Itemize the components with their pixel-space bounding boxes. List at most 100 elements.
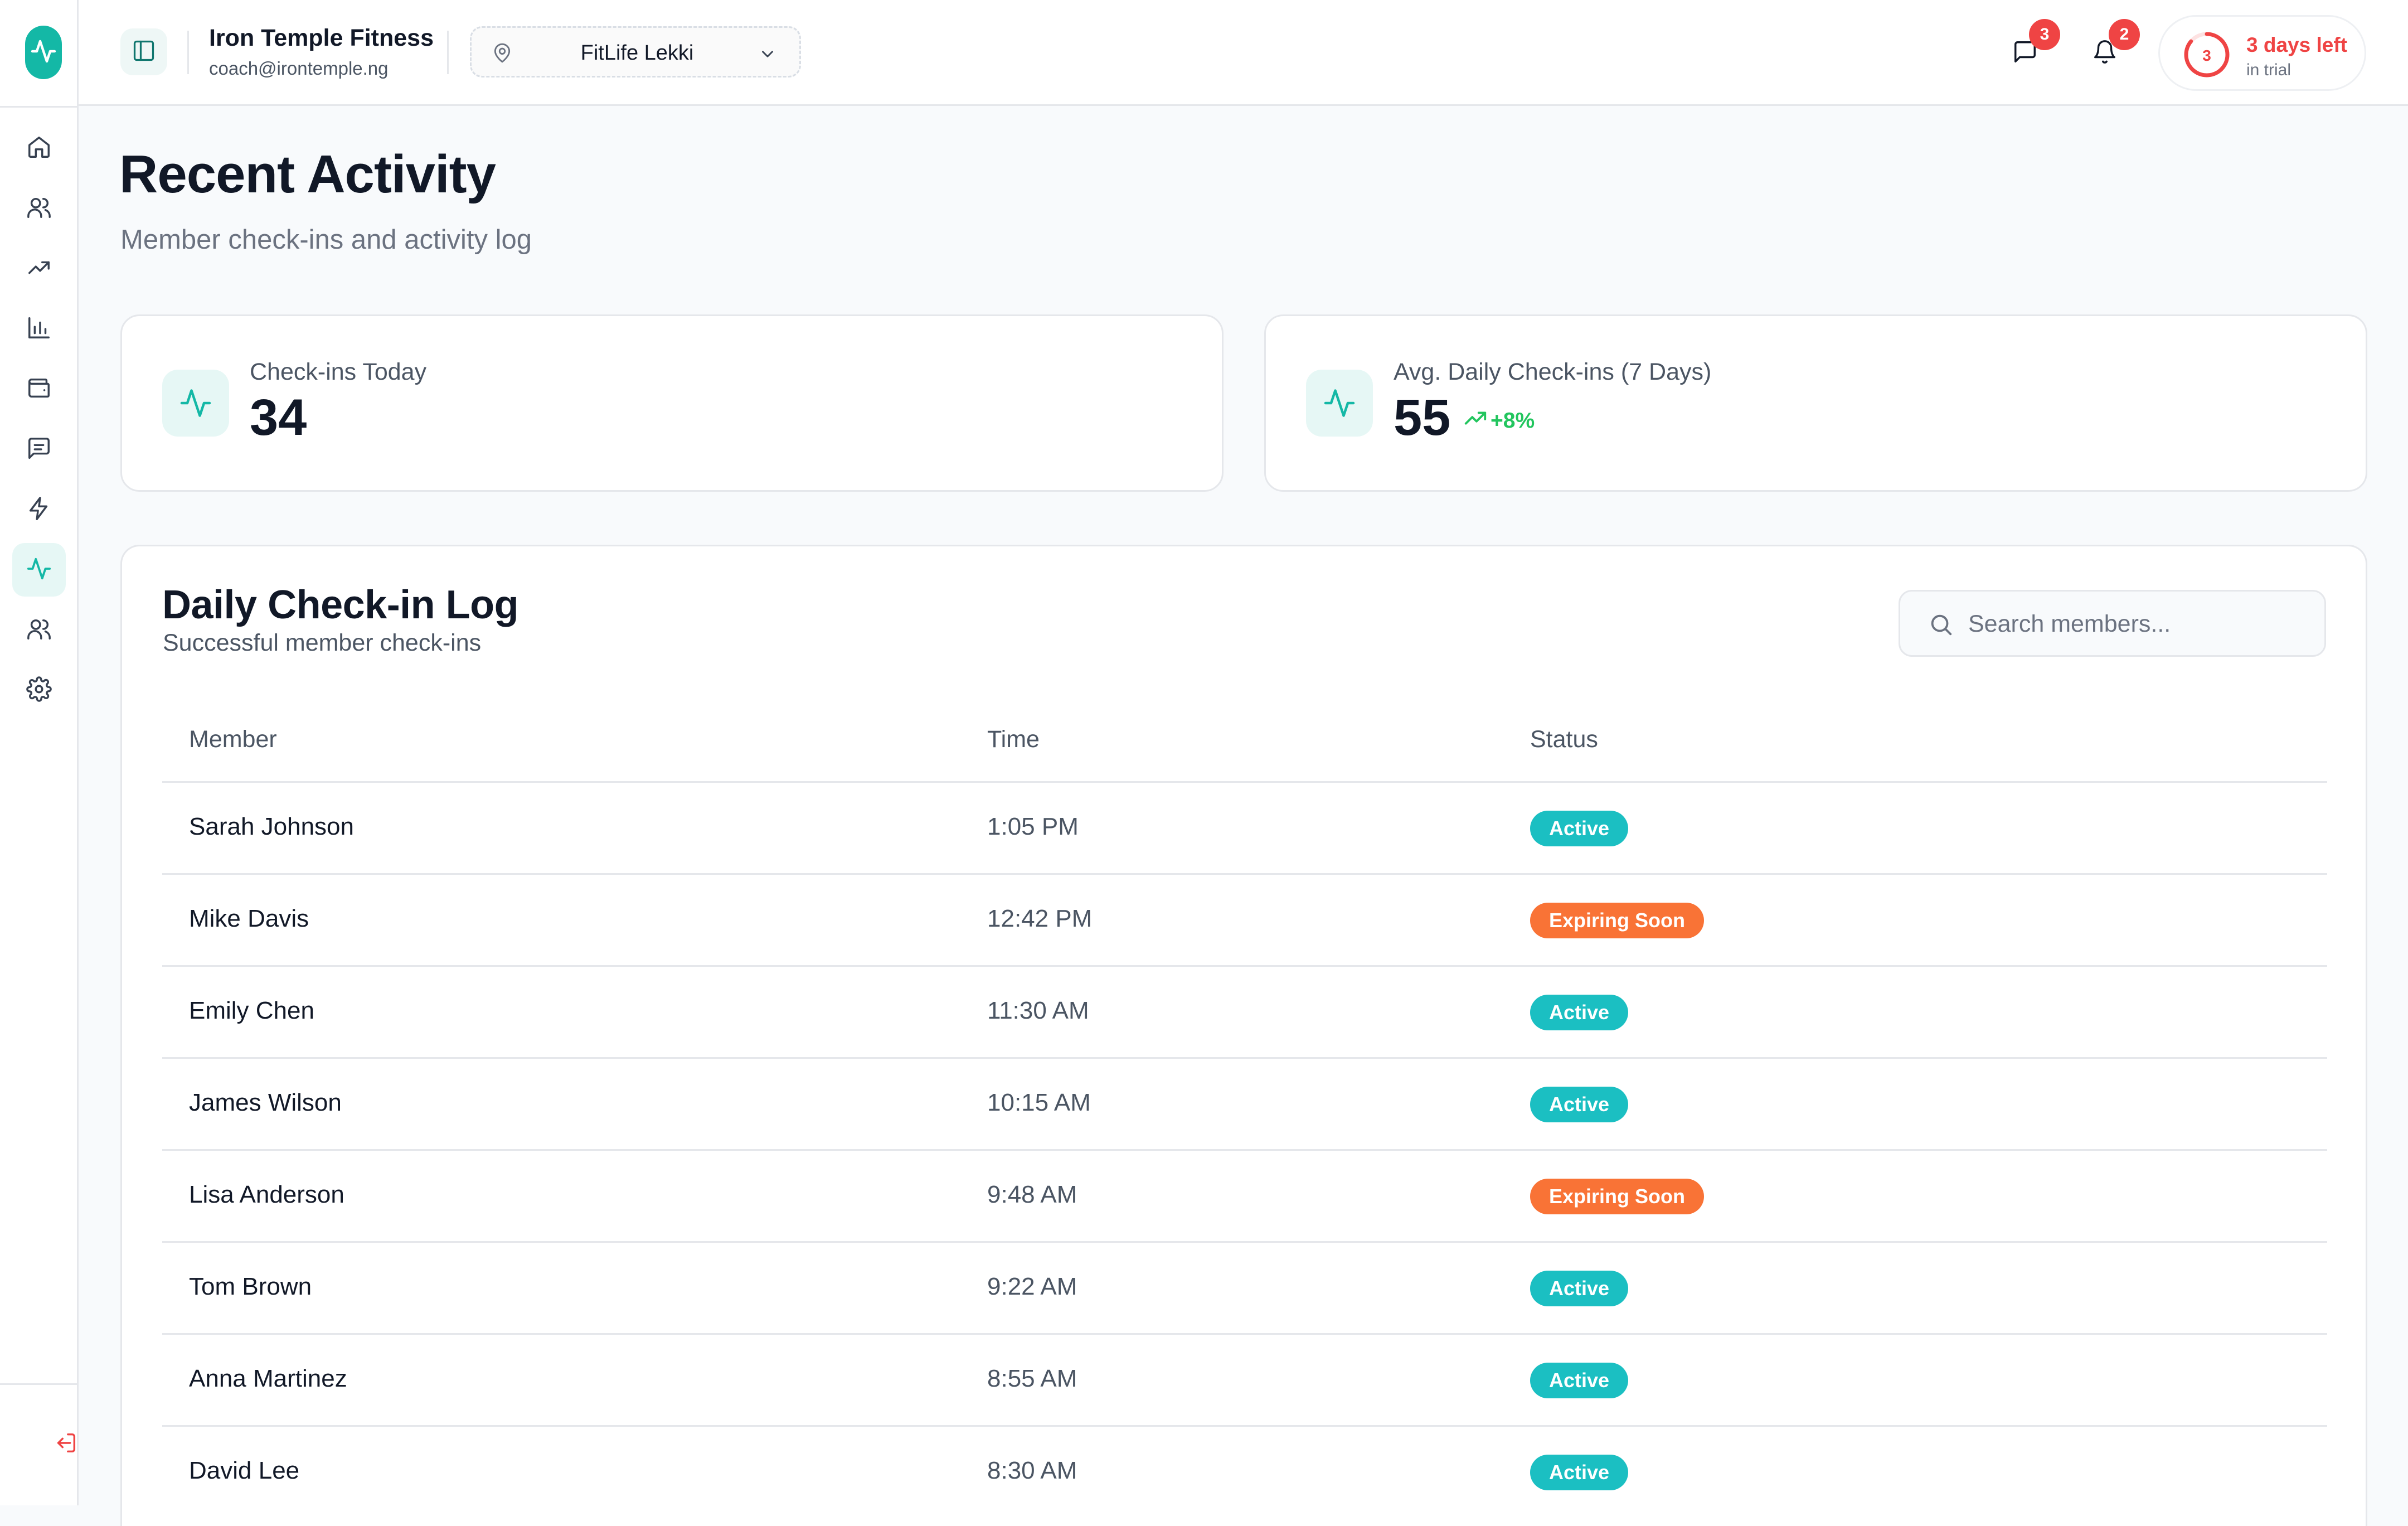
logout-icon [53,1430,79,1459]
search-input[interactable] [1967,605,2304,643]
sidebar-item-activity[interactable] [12,543,66,597]
divider [0,106,79,108]
activity-icon [162,370,229,437]
page-subtitle: Member check-ins and activity log [120,225,532,255]
stat-label: Check-ins Today [250,359,427,385]
checkin-time: 12:42 PM [987,905,1093,932]
sidebar-item-payments[interactable] [12,362,66,416]
sidebar-item-reports[interactable] [12,302,66,356]
messages-badge: 3 [2029,19,2060,50]
checkin-time: 11:30 AM [987,997,1089,1024]
location-select-value: FitLife Lekki [580,41,694,65]
table-row[interactable]: Emily Chen 11:30 AM Active [162,967,2327,1059]
home-icon [26,134,52,163]
trend-value: +8% [1491,409,1535,433]
sidebar-item-growth[interactable] [12,242,66,295]
member-name: Lisa Anderson [189,1181,344,1208]
sidebar-item-messages[interactable] [12,423,66,476]
log-title: Daily Check-in Log [162,583,519,627]
trial-progress-ring: 3 [2182,30,2231,82]
trend-indicator: +8% [1463,405,1535,437]
checkin-time: 8:30 AM [987,1457,1077,1484]
panel-left-icon [132,38,156,66]
member-name: Anna Martinez [189,1365,347,1392]
bar-chart-icon [26,315,52,343]
gear-icon [26,676,52,705]
org-email: coach@irontemple.ng [209,58,389,79]
table-row[interactable]: Tom Brown 9:22 AM Active [162,1243,2327,1335]
table-row[interactable]: Lisa Anderson 9:48 AM Expiring Soon [162,1151,2327,1243]
column-header-status[interactable]: Status [1530,726,1598,753]
stat-card-avg-daily-checkins: Avg. Daily Check-ins (7 Days) 55 +8% [1264,314,2367,492]
member-name: Tom Brown [189,1273,312,1300]
table-row[interactable]: David Lee 8:30 AM Active [162,1427,2327,1519]
team-icon [26,616,52,645]
trending-up-icon [1463,405,1488,437]
logout-button[interactable] [49,1430,82,1458]
message-icon [26,435,52,464]
trial-subtext: in trial [2246,61,2292,79]
search-members-field[interactable] [1899,590,2326,657]
notifications-badge: 2 [2109,19,2140,50]
checkin-log-card: Daily Check-in Log Successful member che… [120,545,2367,1526]
checkin-time: 1:05 PM [987,813,1079,840]
status-badge: Active [1530,1271,1629,1306]
users-icon [26,195,52,223]
activity-icon [26,556,52,584]
sidebar-toggle-button[interactable] [120,28,167,75]
top-header: Iron Temple Fitness coach@irontemple.ng … [79,0,2408,106]
checkin-time: 9:22 AM [987,1273,1077,1300]
notifications-button[interactable]: 2 [2080,19,2140,78]
status-badge: Expiring Soon [1530,1179,1705,1214]
sidebar-item-members[interactable] [12,182,66,235]
member-name: Mike Davis [189,905,309,932]
checkin-time: 9:48 AM [987,1181,1077,1208]
page-title: Recent Activity [119,144,496,204]
status-badge: Active [1530,811,1629,846]
trial-status[interactable]: 3 3 days left in trial [2158,15,2366,91]
sidebar [0,0,79,1505]
sidebar-item-automations[interactable] [12,483,66,536]
member-name: Emily Chen [189,997,314,1024]
search-icon [1928,612,1954,640]
column-header-time[interactable]: Time [987,726,1040,753]
table-row[interactable]: Sarah Johnson 1:05 PM Active [162,783,2327,875]
status-badge: Active [1530,1363,1629,1398]
bolt-icon [26,496,52,524]
table-row[interactable]: Anna Martinez 8:55 AM Active [162,1335,2327,1427]
trial-ring-value: 3 [2202,47,2211,64]
stat-value: 34 [250,389,307,446]
status-badge: Active [1530,1455,1629,1490]
divider [187,31,189,74]
chevron-down-icon [758,45,777,66]
activity-icon [30,35,57,71]
status-badge: Active [1530,1087,1629,1122]
table-row[interactable]: Mike Davis 12:42 PM Expiring Soon [162,875,2327,967]
status-badge: Expiring Soon [1530,903,1705,938]
trending-up-icon [26,255,52,283]
stat-label: Avg. Daily Check-ins (7 Days) [1394,359,1712,385]
divider [447,31,449,74]
checkin-time: 10:15 AM [987,1089,1091,1116]
wallet-icon [26,375,52,404]
activity-icon [1306,370,1373,437]
log-subtitle: Successful member check-ins [163,629,482,656]
stat-card-checkins-today: Check-ins Today 34 [120,314,1224,492]
sidebar-item-home[interactable] [12,122,66,175]
divider [0,1383,79,1385]
app-logo[interactable] [25,26,62,79]
sidebar-item-settings[interactable] [12,663,66,717]
messages-button[interactable]: 3 [2000,19,2060,78]
member-name: David Lee [189,1457,300,1484]
member-name: Sarah Johnson [189,813,354,840]
status-badge: Active [1530,995,1629,1030]
trial-days-left: 3 days left [2246,33,2347,56]
org-name: Iron Temple Fitness [209,25,434,51]
sidebar-item-staff[interactable] [12,603,66,657]
checkin-time: 8:55 AM [987,1365,1077,1392]
table-row[interactable]: James Wilson 10:15 AM Active [162,1059,2327,1151]
location-select[interactable]: FitLife Lekki [470,26,801,77]
column-header-member[interactable]: Member [189,726,277,753]
stat-value: 55 [1394,389,1451,446]
member-name: James Wilson [189,1089,342,1116]
